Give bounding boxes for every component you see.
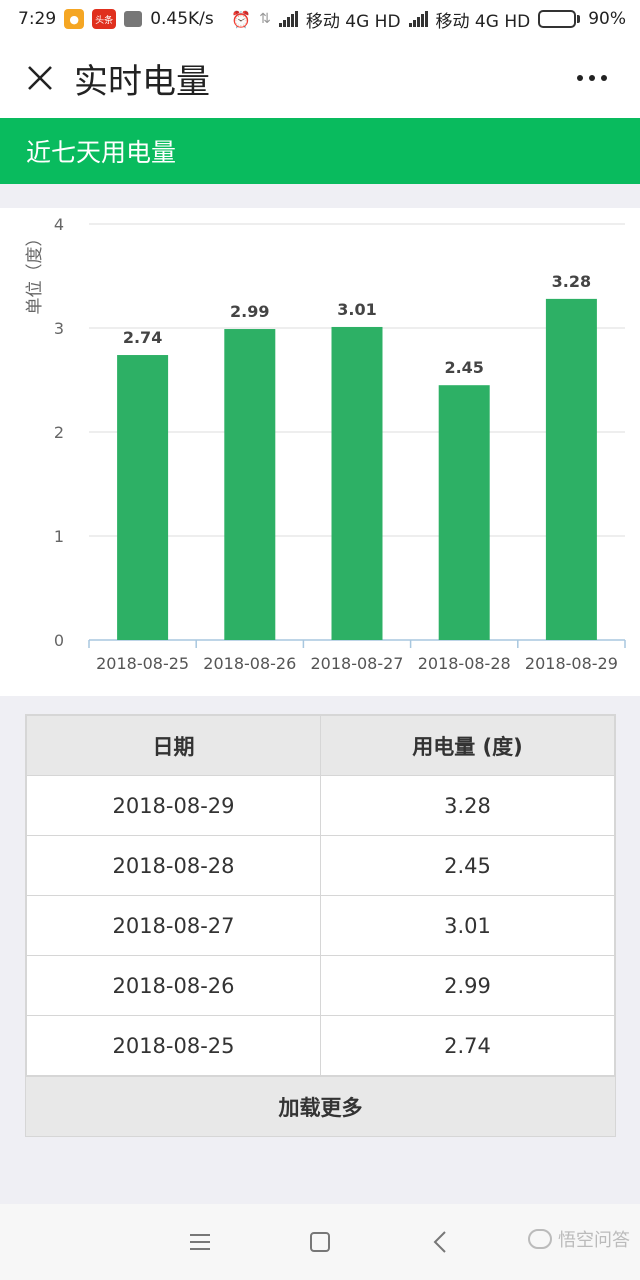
carrier-label-1: 移动 4G HD: [305, 11, 401, 32]
bar-value-label: 2.74: [123, 328, 162, 347]
app-header: 实时电量: [0, 38, 640, 118]
y-tick-label: 0: [54, 631, 64, 650]
bar-value-label: 2.45: [444, 358, 483, 377]
cell-date: 2018-08-27: [26, 895, 321, 956]
more-dot-icon: [601, 75, 607, 81]
bar-2018-08-25: [117, 355, 169, 640]
cell-date: 2018-08-29: [26, 775, 321, 836]
page-title: 实时电量: [74, 61, 210, 102]
section-banner: 近七天用电量: [0, 118, 640, 184]
battery-icon: [538, 10, 581, 28]
home-nav-button[interactable]: [260, 1212, 380, 1272]
x-tick-label: 2018-08-26: [203, 654, 296, 673]
cell-date: 2018-08-28: [26, 835, 321, 896]
header-usage: 用电量 (度): [320, 715, 615, 776]
more-options-button[interactable]: [564, 58, 620, 98]
carrier-label-2: 移动 4G HD: [435, 11, 531, 32]
header-date: 日期: [26, 715, 321, 776]
watermark: 悟空问答: [528, 1226, 630, 1252]
cell-usage: 2.45: [320, 835, 615, 896]
table-row: 2018-08-26 2.99: [26, 955, 615, 1016]
table-row: 2018-08-27 3.01: [26, 895, 615, 956]
cell-usage: 3.01: [320, 895, 615, 956]
usage-bar-chart: 0 1 2 3 4 单位（度） 2.74 2018-08-25 2.99 2018-08-26 3.…: [25, 215, 626, 673]
x-tick-label: 2018-08-27: [311, 654, 404, 673]
cell-date: 2018-08-26: [26, 955, 321, 1016]
usage-table: 日期 用电量 (度) 2018-08-29 3.28 2018-08-28 2.…: [25, 714, 616, 1137]
alarm-icon: ⏰: [231, 9, 252, 29]
y-axis-label: 单位（度）: [25, 230, 45, 315]
table-header-row: 日期 用电量 (度): [26, 715, 615, 776]
watermark-text: 悟空问答: [558, 1230, 630, 1251]
cell-usage: 2.74: [320, 1015, 615, 1076]
table-row: 2018-08-28 2.45: [26, 835, 615, 896]
status-time: 7:29: [18, 9, 57, 29]
bar-2018-08-28: [438, 385, 490, 640]
y-tick-label: 3: [54, 319, 64, 338]
bar-2018-08-26: [224, 329, 276, 640]
data-transfer-icon: ⇅: [259, 11, 271, 27]
more-dot-icon: [589, 75, 595, 81]
signal-icon-2: [408, 11, 428, 27]
cell-usage: 2.99: [320, 955, 615, 1016]
toutiao-icon: 头条: [92, 9, 117, 29]
y-tick-label: 1: [54, 527, 64, 546]
status-bar: 7:29 ● 头条 0.45K/s ⏰ ⇅ 移动 4G HD 移动 4G HD …: [0, 0, 640, 38]
bar-2018-08-29: [545, 298, 597, 640]
cell-date: 2018-08-25: [26, 1015, 321, 1076]
y-tick-label: 2: [54, 423, 64, 442]
bar-value-label: 3.28: [552, 272, 591, 291]
y-tick-label: 4: [54, 215, 64, 234]
bar-2018-08-27: [331, 326, 383, 640]
x-tick-label: 2018-08-29: [525, 654, 618, 673]
table-row: 2018-08-29 3.28: [26, 775, 615, 836]
cell-usage: 3.28: [320, 775, 615, 836]
menu-icon: [190, 1234, 210, 1250]
notification-app-icon: ●: [64, 9, 85, 29]
status-right: ⏰ ⇅ 移动 4G HD 移动 4G HD 90%: [231, 7, 626, 32]
x-tick-label: 2018-08-25: [96, 654, 189, 673]
wukong-logo-icon: [528, 1229, 552, 1249]
battery-percent: 90%: [588, 9, 626, 29]
more-dot-icon: [577, 75, 583, 81]
close-icon: [28, 66, 52, 90]
home-square-icon: [310, 1232, 330, 1252]
usage-table-grid: 日期 用电量 (度) 2018-08-29 3.28 2018-08-28 2.…: [26, 715, 615, 1076]
back-nav-button[interactable]: [380, 1212, 500, 1272]
table-row: 2018-08-25 2.74: [26, 1015, 615, 1076]
bar-value-label: 2.99: [230, 302, 269, 321]
bar-value-label: 3.01: [337, 300, 376, 319]
menu-nav-button[interactable]: [140, 1212, 260, 1272]
x-tick-label: 2018-08-28: [418, 654, 511, 673]
load-more-button[interactable]: 加载更多: [26, 1076, 615, 1136]
status-left: 7:29 ● 头条 0.45K/s: [18, 9, 214, 29]
signal-icon: [278, 11, 298, 27]
close-button[interactable]: [20, 58, 60, 98]
back-chevron-icon: [433, 1231, 446, 1253]
network-speed: 0.45K/s: [150, 9, 214, 29]
chart-card: 0 1 2 3 4 单位（度） 2.74 2018-08-25 2.99 2018-08-26 3.…: [0, 208, 640, 696]
message-icon: [124, 11, 143, 27]
